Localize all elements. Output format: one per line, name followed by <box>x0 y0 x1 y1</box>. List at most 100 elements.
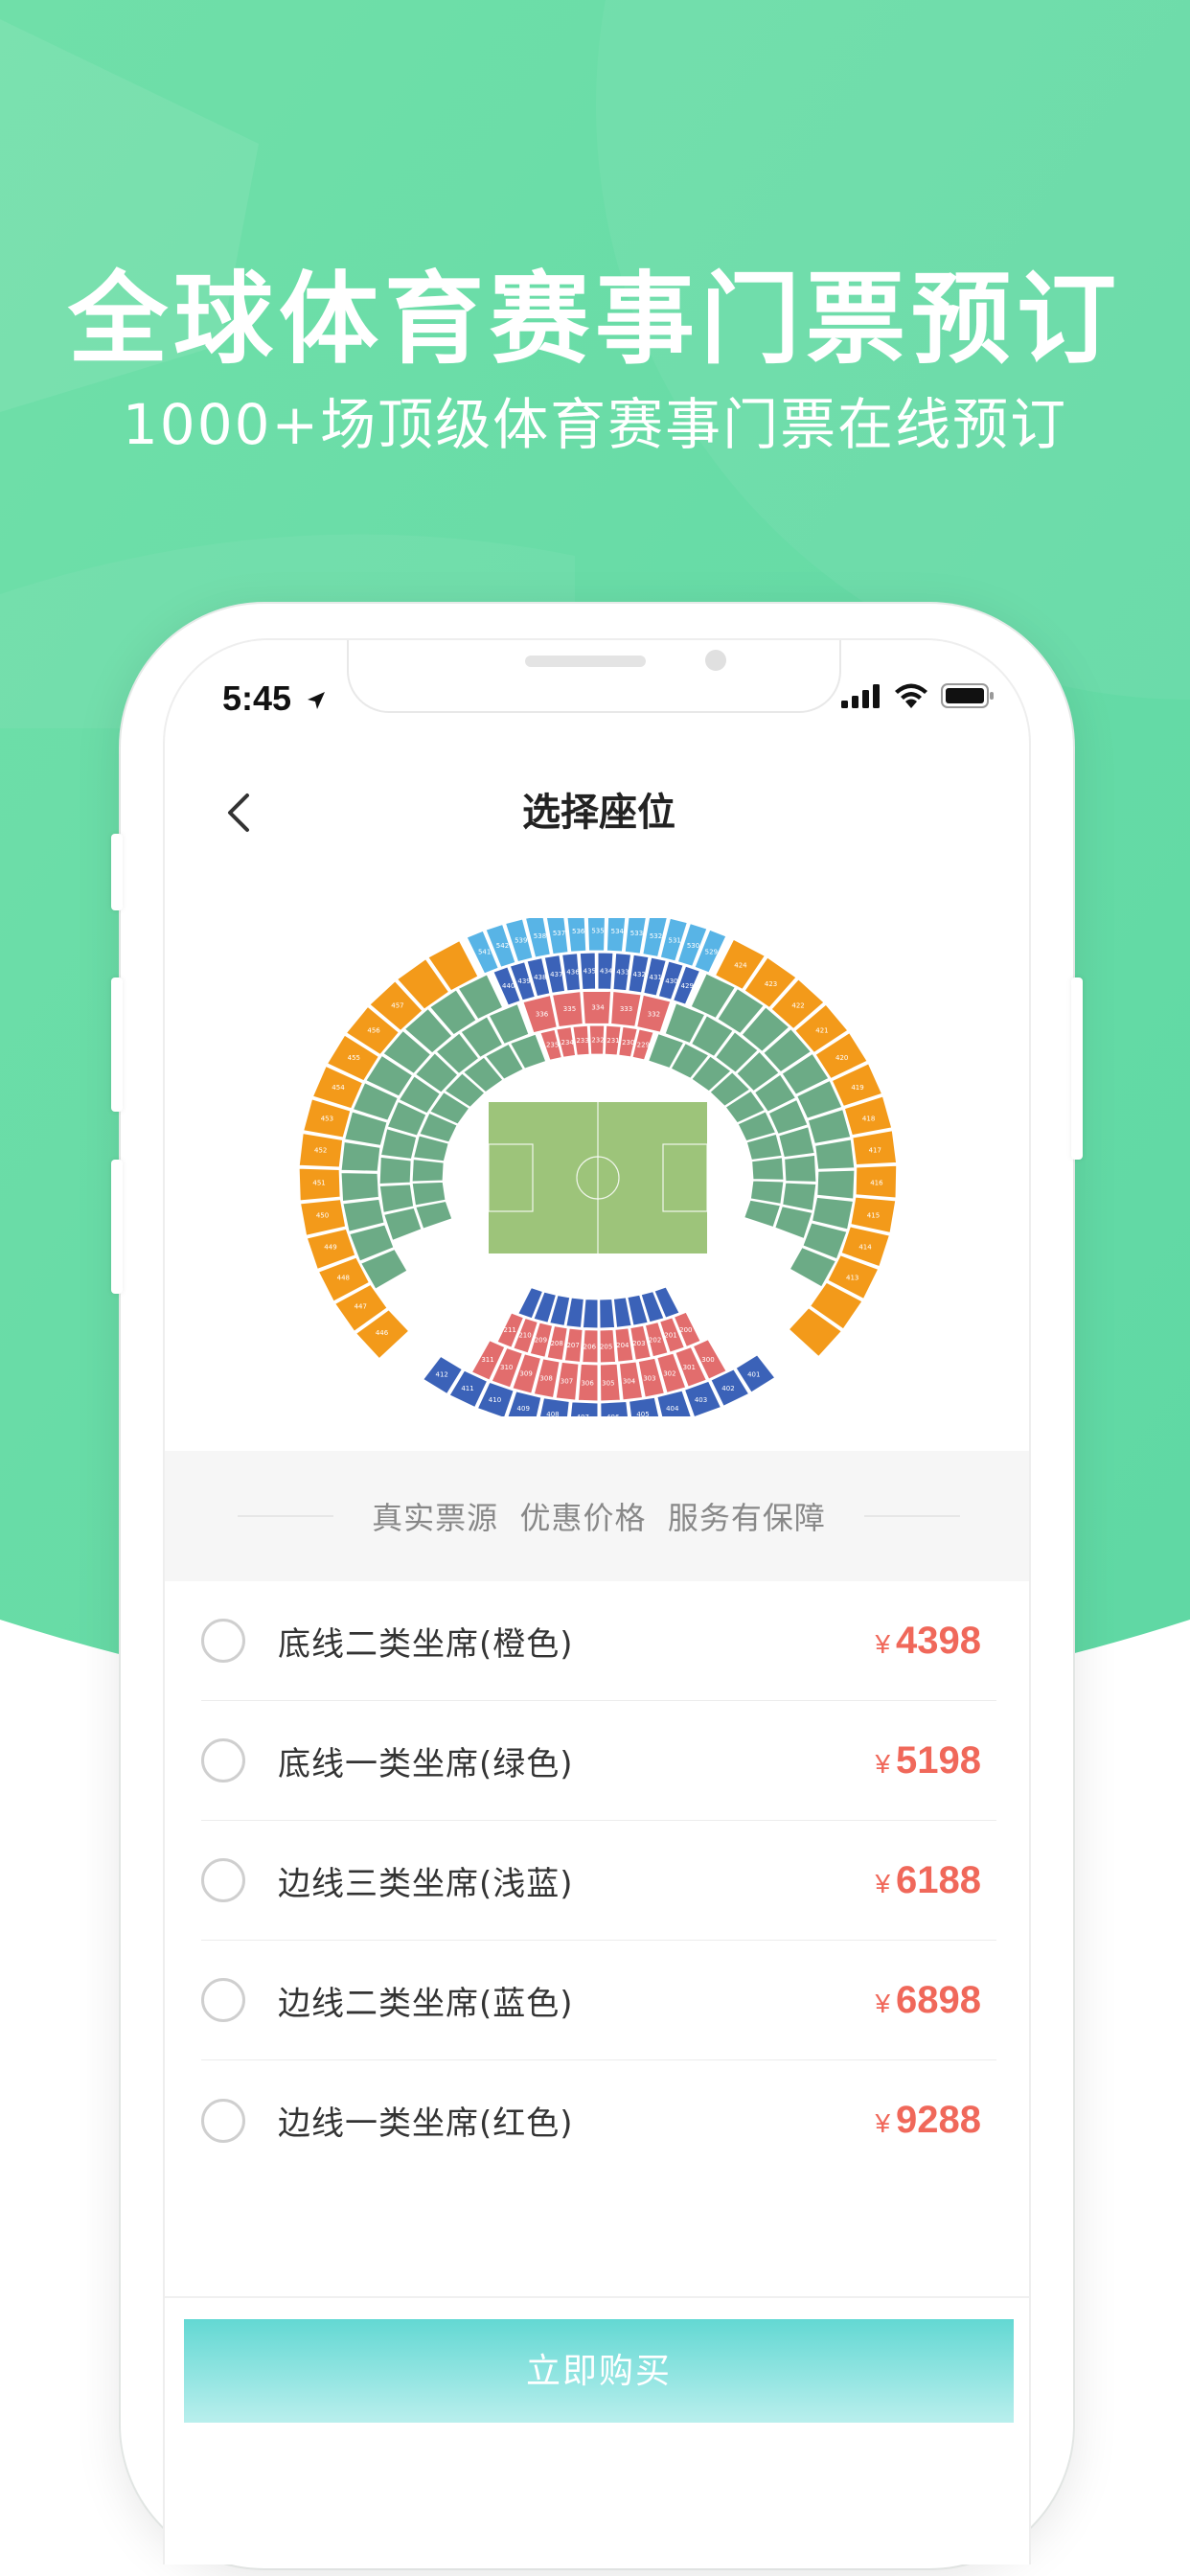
promo-headline: 全球体育赛事门票预订 <box>67 261 1122 378</box>
seat-section-label: 334 <box>591 1004 605 1012</box>
ticket-option[interactable]: 底线一类坐席(绿色) ¥5198 <box>201 1701 996 1821</box>
seat-section-label: 421 <box>815 1027 828 1035</box>
seat-section-label: 448 <box>337 1274 350 1281</box>
status-time: 5:45 <box>222 678 328 719</box>
seat-section-label: 303 <box>643 1374 655 1382</box>
radio-button[interactable] <box>201 1619 245 1663</box>
seat-section-label: 204 <box>616 1342 629 1349</box>
seat-section-blue <box>582 1299 599 1329</box>
seat-section-label: 307 <box>561 1378 573 1386</box>
seat-section-label: 431 <box>650 974 662 981</box>
seat-section-label: 429 <box>681 982 694 990</box>
seat-section-green <box>378 1156 412 1184</box>
seat-section-label: 310 <box>500 1364 513 1371</box>
price-value: 9288 <box>896 2099 981 2141</box>
phone-notch <box>347 640 841 713</box>
radio-button[interactable] <box>201 1738 245 1782</box>
status-icons <box>841 682 995 709</box>
phone-power-button <box>1071 978 1083 1160</box>
radio-button[interactable] <box>201 2098 245 2143</box>
seat-section-label: 430 <box>665 978 677 985</box>
phone-volume-up <box>111 978 123 1112</box>
seat-section-label: 416 <box>870 1180 883 1187</box>
seat-section-label: 401 <box>747 1371 760 1379</box>
seat-section-label: 433 <box>616 969 629 977</box>
seat-section-label: 205 <box>600 1343 612 1350</box>
price-value: 6898 <box>896 1978 981 2021</box>
seat-section-green <box>340 1140 381 1172</box>
seat-section-label: 449 <box>324 1243 336 1251</box>
seat-section-label: 437 <box>550 971 562 978</box>
seat-section-label: 423 <box>765 980 777 988</box>
seat-section-label: 439 <box>517 978 530 985</box>
currency-symbol: ¥ <box>875 1868 891 1898</box>
seat-section-label: 436 <box>566 969 580 977</box>
ticket-option[interactable]: 边线一类坐席(红色) ¥9288 <box>201 2060 996 2180</box>
seat-section-label: 535 <box>591 928 604 935</box>
currency-symbol: ¥ <box>875 2108 891 2138</box>
location-arrow-icon <box>308 692 326 709</box>
seat-section-label: 450 <box>316 1211 329 1219</box>
speaker-grille <box>525 656 646 667</box>
radio-button[interactable] <box>201 1978 245 2022</box>
seat-section-label: 332 <box>648 1010 660 1018</box>
seat-section-label: 435 <box>584 968 596 976</box>
seat-section-green <box>383 1207 423 1242</box>
seat-section-label: 300 <box>701 1356 714 1364</box>
ticket-option[interactable]: 边线二类坐席(蓝色) ¥6898 <box>201 1941 996 2060</box>
seat-section-label: 424 <box>734 962 747 970</box>
seat-section-green <box>411 1159 445 1183</box>
seat-section-label: 233 <box>576 1037 588 1045</box>
stadium-seat-map[interactable]: 541 542 539 538 537 536 535 534 533 532 531 530 529 4… <box>291 918 904 1416</box>
seat-section-label: 542 <box>496 942 509 950</box>
ticket-option[interactable]: 底线二类坐席(橙色) ¥4398 <box>201 1581 996 1701</box>
seat-section-label: 454 <box>332 1084 345 1092</box>
currency-symbol: ¥ <box>875 1628 891 1659</box>
seat-section-label: 447 <box>355 1302 367 1310</box>
seat-section-label: 410 <box>489 1396 501 1404</box>
ticket-price: ¥4398 <box>875 1620 981 1663</box>
divider-right <box>863 1515 960 1517</box>
seat-section-label: 440 <box>502 982 515 990</box>
seat-section-label: 456 <box>367 1027 380 1035</box>
bottom-divider <box>165 2296 1029 2298</box>
seat-section-label: 402 <box>721 1385 734 1392</box>
buy-now-button[interactable]: 立即购买 <box>184 2319 1014 2423</box>
seat-section-label: 203 <box>632 1340 645 1347</box>
seat-section-label: 453 <box>321 1115 333 1122</box>
seat-section-blue <box>599 1298 616 1329</box>
ticket-category-list: 底线二类坐席(橙色) ¥4398 底线一类坐席(绿色) ¥5198 边线三类坐席… <box>201 1581 996 2180</box>
seat-section-label: 209 <box>535 1336 547 1344</box>
phone-mute-switch <box>111 834 123 910</box>
ticket-category-label: 底线一类坐席(绿色) <box>278 1744 574 1783</box>
price-value: 5198 <box>896 1738 981 1782</box>
seat-section-label: 405 <box>636 1411 649 1416</box>
seat-section-label: 414 <box>858 1243 872 1251</box>
ticket-price: ¥9288 <box>875 2099 981 2142</box>
seat-section-label: 417 <box>869 1147 881 1155</box>
seat-section-green <box>784 1154 817 1183</box>
seat-section-green <box>749 1180 785 1205</box>
seat-section-label: 301 <box>683 1364 696 1371</box>
seat-section-label: 309 <box>519 1370 532 1378</box>
seat-section-label: 537 <box>553 930 565 937</box>
seat-section-label: 533 <box>630 930 643 937</box>
ticket-category-label: 边线二类坐席(蓝色) <box>278 1984 574 2023</box>
seat-section-green <box>782 1182 817 1211</box>
seat-section-label: 541 <box>478 949 491 956</box>
seat-section-label: 411 <box>461 1385 473 1392</box>
seat-section-green <box>415 1200 453 1230</box>
seat-section-label: 536 <box>572 928 585 935</box>
seat-section-label: 408 <box>546 1411 559 1416</box>
seat-section-label: 530 <box>687 942 699 950</box>
seat-section-label: 446 <box>376 1329 389 1337</box>
seat-section-label: 532 <box>650 932 662 940</box>
seat-section-label: 432 <box>633 971 646 978</box>
seat-section-label: 415 <box>867 1211 880 1219</box>
radio-button[interactable] <box>201 1858 245 1902</box>
seat-section-label: 534 <box>611 928 625 935</box>
seat-section-label: 229 <box>637 1042 650 1049</box>
ticket-option[interactable]: 边线三类坐席(浅蓝) ¥6188 <box>201 1821 996 1941</box>
seat-section-green <box>340 1172 379 1203</box>
seat-section-green <box>744 1199 782 1229</box>
